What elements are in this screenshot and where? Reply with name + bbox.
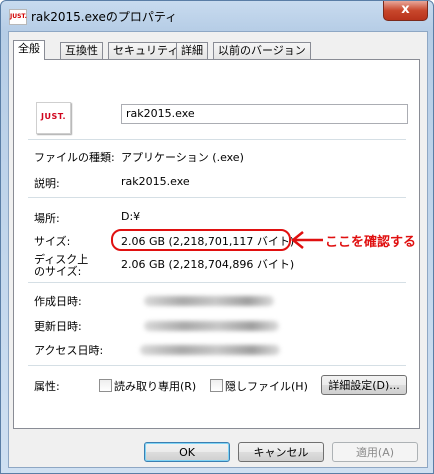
tab-general[interactable]: 全般	[13, 40, 45, 60]
close-button[interactable]: x	[383, 1, 428, 21]
cancel-button[interactable]: キャンセル	[238, 442, 324, 462]
general-panel: JUST. ファイルの種類: アプリケーション (.exe) 説明: rak20…	[13, 59, 420, 429]
title-bar[interactable]: JUST. rak2015.exeのプロパティ x	[1, 1, 433, 31]
file-type-label: ファイルの種類:	[34, 151, 115, 164]
properties-window: JUST. rak2015.exeのプロパティ x 全般 互換性 セキュリティ …	[0, 0, 434, 474]
tab-details[interactable]: 詳細	[176, 42, 208, 59]
size-highlight-ellipse	[111, 229, 291, 251]
accessed-value-redacted	[140, 345, 280, 355]
tab-previous-versions[interactable]: 以前のバージョン	[213, 42, 311, 59]
file-name-input[interactable]	[122, 105, 405, 121]
description-label: 説明:	[34, 177, 60, 190]
readonly-checkbox[interactable]: 読み取り専用(R)	[99, 378, 196, 394]
file-icon-text: JUST.	[41, 112, 67, 121]
created-value-redacted	[144, 296, 274, 306]
location-value: D:¥	[121, 210, 141, 223]
created-label: 作成日時:	[34, 295, 82, 308]
file-type-value: アプリケーション (.exe)	[121, 151, 244, 164]
accessed-label: アクセス日時:	[34, 344, 104, 357]
readonly-checkbox-label: 読み取り専用(R)	[114, 380, 197, 393]
window-title: rak2015.exeのプロパティ	[31, 10, 178, 24]
file-name-box[interactable]	[121, 104, 408, 124]
separator	[28, 282, 406, 283]
dialog-client: 全般 互換性 セキュリティ 詳細 以前のバージョン JUST. ファイルの種類:…	[8, 31, 428, 468]
location-label: 場所:	[34, 212, 60, 225]
advanced-button[interactable]: 詳細設定(D)...	[321, 375, 407, 395]
app-icon: JUST.	[9, 9, 27, 25]
hidden-checkbox[interactable]: 隠しファイル(H)	[210, 378, 308, 394]
disk-size-value: 2.06 GB (2,218,704,896 バイト)	[121, 258, 295, 271]
size-label: サイズ:	[34, 235, 71, 248]
hidden-checkbox-label: 隠しファイル(H)	[225, 380, 308, 393]
tab-security[interactable]: セキュリティ	[108, 42, 184, 59]
file-icon: JUST.	[36, 102, 71, 134]
hidden-checkbox-box[interactable]	[210, 379, 223, 392]
modified-label: 更新日時:	[34, 320, 82, 333]
attributes-label: 属性:	[34, 380, 60, 393]
separator	[28, 139, 406, 140]
description-value: rak2015.exe	[121, 175, 190, 188]
apply-button[interactable]: 適用(A)	[332, 442, 418, 462]
modified-value-redacted	[144, 321, 279, 331]
separator	[28, 197, 406, 198]
disk-size-label-line2: のサイズ:	[34, 265, 82, 278]
tab-compatibility[interactable]: 互換性	[60, 42, 103, 59]
annotation-text: ここを確認する	[325, 235, 417, 250]
annotation-arrow-icon	[290, 231, 323, 249]
ok-button[interactable]: OK	[144, 442, 230, 462]
readonly-checkbox-box[interactable]	[99, 379, 112, 392]
separator	[28, 365, 406, 366]
